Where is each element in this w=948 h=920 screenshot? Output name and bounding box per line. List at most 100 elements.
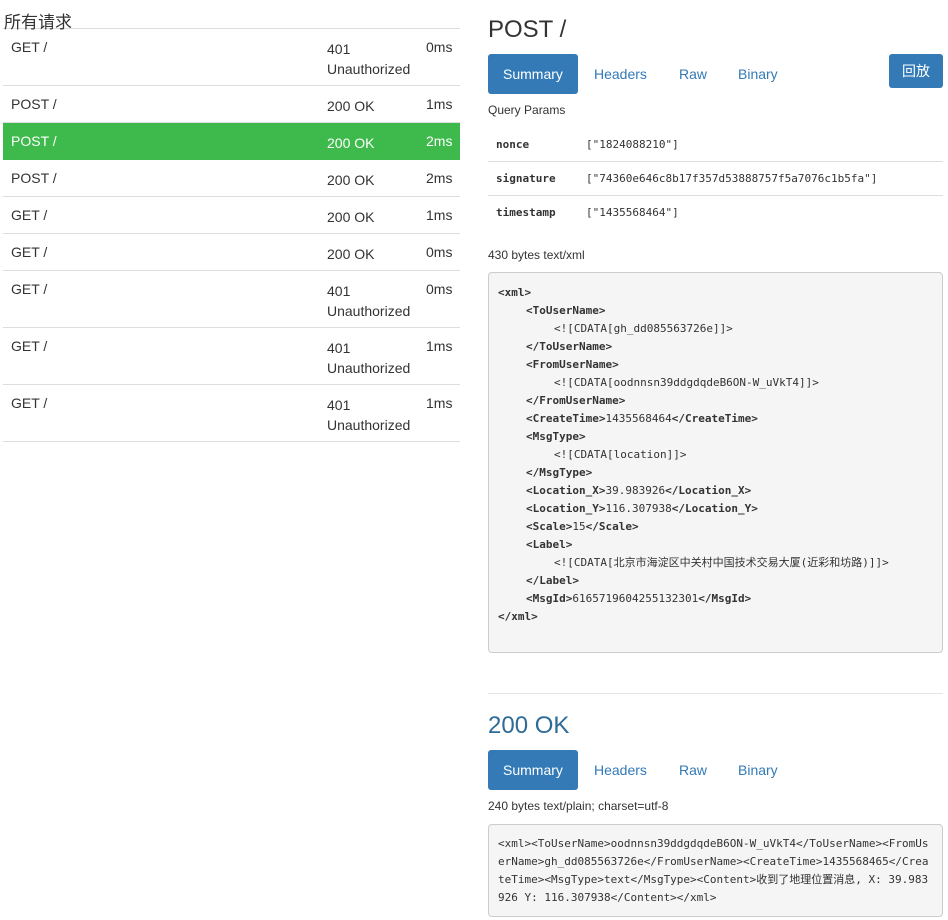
xml-text: 15 (572, 520, 586, 533)
tab-request-summary[interactable]: Summary (488, 54, 578, 94)
xml-text: 1435568464 (605, 412, 672, 425)
replay-button[interactable]: 回放 (889, 54, 943, 88)
response-title: 200 OK (488, 712, 570, 739)
query-params-label: Query Params (488, 103, 566, 117)
code-line: </FromUserName> (498, 392, 933, 410)
xml-tag: <Scale> (526, 520, 573, 533)
request-method: GET / (11, 338, 48, 354)
request-row[interactable]: POST / 200 OK 1ms (3, 86, 460, 123)
request-title: POST / (488, 16, 567, 43)
request-status: 401 Unauthorized (327, 41, 411, 77)
code-line: <Location_X>39.983926</Location_X> (498, 482, 933, 500)
xml-tag: <Location_Y> (526, 502, 606, 515)
xml-tag: </Location_Y> (671, 502, 758, 515)
request-status: 200 OK (327, 172, 375, 188)
xml-tag: <Location_X> (526, 484, 606, 497)
code-line: <![CDATA[北京市海淀区中关村中国技术交易大厦(近彩和坊路)]]> (498, 554, 933, 572)
request-status: 200 OK (327, 135, 375, 151)
xml-tag: <ToUserName> (526, 304, 606, 317)
code-line: </xml> (498, 608, 933, 626)
request-method: POST / (11, 96, 57, 112)
request-status: 401 Unauthorized (327, 397, 411, 433)
xml-tag: <CreateTime> (526, 412, 606, 425)
request-row[interactable]: POST / 200 OK 2ms (3, 123, 460, 160)
request-status: 401 Unauthorized (327, 340, 411, 376)
xml-tag: </Location_X> (665, 484, 752, 497)
request-row[interactable]: GET / 200 OK 0ms (3, 234, 460, 271)
request-list-title: 所有请求 (3, 0, 460, 32)
code-line: </Label> (498, 572, 933, 590)
xml-text: 116.307938 (605, 502, 672, 515)
xml-tag: </xml> (498, 610, 538, 623)
code-line: <Scale>15</Scale> (498, 518, 933, 536)
request-status: 200 OK (327, 98, 375, 114)
code-line: <CreateTime>1435568464</CreateTime> (498, 410, 933, 428)
query-param-value: ["1824088210"] (586, 138, 679, 151)
code-line: <![CDATA[gh_dd085563726e]]> (498, 320, 933, 338)
request-time: 0ms (426, 39, 453, 55)
request-method: POST / (11, 133, 57, 149)
section-divider (488, 693, 943, 694)
request-list-panel: 所有请求 GET / 401 Unauthorized 0ms POST / 200 O… (3, 0, 460, 442)
request-time: 1ms (426, 96, 453, 112)
xml-tag: </Scale> (585, 520, 639, 533)
tab-response-summary[interactable]: Summary (488, 750, 578, 790)
request-time: 0ms (426, 281, 453, 297)
request-row[interactable]: GET / 401 Unauthorized 1ms (3, 385, 460, 442)
xml-text: 6165719604255132301 (572, 592, 699, 605)
response-tabs: Summary Headers Raw Binary (488, 750, 943, 790)
request-time: 2ms (426, 170, 453, 186)
code-line: <Label> (498, 536, 933, 554)
xml-tag: <MsgId> (526, 592, 573, 605)
tab-response-binary[interactable]: Binary (738, 750, 778, 790)
tab-request-headers[interactable]: Headers (594, 54, 647, 94)
request-body-code: <xml> <ToUserName> <![CDATA[gh_dd085563726… (488, 272, 943, 653)
xml-tag: <MsgType> (526, 430, 586, 443)
xml-tag: </CreateTime> (671, 412, 758, 425)
request-time: 0ms (426, 244, 453, 260)
request-method: GET / (11, 244, 48, 260)
request-row[interactable]: POST / 200 OK 2ms (3, 160, 460, 197)
tab-request-binary[interactable]: Binary (738, 54, 778, 94)
request-row[interactable]: GET / 401 Unauthorized 0ms (3, 271, 460, 328)
xml-tag: <FromUserName> (526, 358, 619, 371)
code-line: <![CDATA[location]]> (498, 446, 933, 464)
tab-response-raw[interactable]: Raw (679, 750, 707, 790)
response-body-code: <xml><ToUserName>oodnnsn39ddgdqdeB6ON-W_… (488, 824, 943, 917)
code-line: <ToUserName> (498, 302, 933, 320)
xml-tag: </ToUserName> (526, 340, 613, 353)
code-line: <FromUserName> (498, 356, 933, 374)
code-line: <MsgId>6165719604255132301</MsgId> (498, 590, 933, 608)
tab-request-raw[interactable]: Raw (679, 54, 707, 94)
xml-tag: </FromUserName> (526, 394, 626, 407)
code-line: <MsgType> (498, 428, 933, 446)
request-time: 1ms (426, 338, 453, 354)
query-params-table: nonce ["1824088210"] signature ["74360e646c… (488, 128, 943, 229)
xml-text: <![CDATA[oodnnsn39ddgdqdeB6ON-W_uVkT4]]> (554, 376, 819, 389)
request-row[interactable]: GET / 200 OK 1ms (3, 197, 460, 234)
request-row[interactable]: GET / 401 Unauthorized 0ms (3, 29, 460, 86)
request-status: 200 OK (327, 246, 375, 262)
xml-tag: </MsgId> (698, 592, 752, 605)
query-param-key: timestamp (488, 195, 578, 229)
request-method: GET / (11, 39, 48, 55)
query-param-key: nonce (496, 138, 530, 151)
query-param-row: nonce ["1824088210"] (488, 128, 943, 162)
request-status: 401 Unauthorized (327, 283, 411, 319)
query-param-row: timestamp ["1435568464"] (488, 195, 943, 229)
query-param-key: signature (488, 161, 578, 196)
tab-response-headers[interactable]: Headers (594, 750, 647, 790)
query-param-value: ["1435568464"] (578, 195, 943, 229)
request-body-info: 430 bytes text/xml (488, 248, 585, 262)
query-param-value: ["74360e646c8b17f357d53888757f5a7076c1b5… (578, 161, 943, 196)
request-method: GET / (11, 207, 48, 223)
xml-tag: <Label> (526, 538, 573, 551)
request-tabs: Summary Headers Raw Binary 回放 (488, 54, 943, 94)
code-line: </ToUserName> (498, 338, 933, 356)
xml-text: 39.983926 (605, 484, 666, 497)
xml-text: <![CDATA[北京市海淀区中关村中国技术交易大厦(近彩和坊路)]]> (554, 556, 889, 569)
xml-tag: </Label> (526, 574, 579, 587)
request-row[interactable]: GET / 401 Unauthorized 1ms (3, 328, 460, 385)
xml-tag: <xml> (498, 286, 532, 299)
request-status: 200 OK (327, 209, 375, 225)
